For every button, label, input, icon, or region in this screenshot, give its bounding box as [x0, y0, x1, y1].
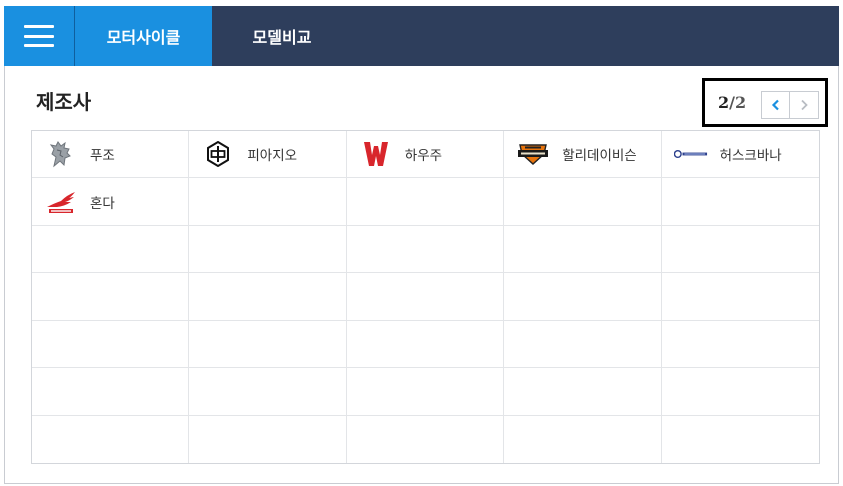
- total-pages: 2: [734, 93, 747, 112]
- manufacturer-name: 할리데이비슨: [562, 148, 637, 165]
- empty-grid-cell: [189, 178, 347, 226]
- empty-grid-cell: [32, 273, 190, 321]
- empty-grid-cell: [189, 320, 347, 369]
- husqvarna-logo: [673, 140, 708, 168]
- empty-grid-cell: [504, 178, 662, 226]
- empty-grid-cell: [504, 320, 662, 369]
- empty-grid-cell: [661, 226, 819, 274]
- empty-grid-cell: [346, 178, 505, 226]
- empty-grid-cell: [504, 225, 662, 274]
- manufacturer-item-harley-davidson[interactable]: 할리데이비슨: [504, 131, 662, 179]
- empty-grid-cell: [32, 225, 190, 274]
- page-indicator: 2/2: [718, 93, 746, 112]
- manufacturer-item-husqvarna[interactable]: 허스크바나: [661, 131, 819, 179]
- manufacturer-item-hawoo[interactable]: 하우주: [346, 131, 505, 179]
- empty-grid-cell: [189, 273, 347, 321]
- empty-grid-cell: [504, 415, 662, 463]
- empty-grid-cell: [346, 225, 505, 274]
- prev-page-button[interactable]: [761, 91, 790, 119]
- empty-grid-cell: [346, 368, 505, 416]
- empty-grid-cell: [346, 320, 505, 369]
- chevron-right-icon: [801, 99, 808, 111]
- empty-grid-cell: [32, 368, 190, 416]
- page-title: 제조사: [36, 90, 92, 114]
- manufacturer-name: 하우주: [404, 148, 443, 165]
- tab-motorcycle[interactable]: 모터사이클: [75, 6, 212, 66]
- empty-grid-cell: [504, 273, 662, 321]
- pagination: 2/2: [702, 78, 828, 127]
- manufacturer-item-honda[interactable]: 혼다: [32, 178, 190, 226]
- empty-grid-cell: [189, 415, 347, 463]
- honda-wing-logo: [44, 188, 78, 216]
- red-w-logo: [359, 140, 393, 168]
- empty-grid-cell: [661, 273, 819, 321]
- tab-model-compare-label: 모델비교: [252, 28, 312, 47]
- next-page-button[interactable]: [790, 91, 819, 119]
- chevron-left-icon: [771, 99, 779, 111]
- tab-model-compare[interactable]: 모델비교: [212, 6, 352, 66]
- empty-grid-cell: [189, 368, 347, 416]
- manufacturer-name: 푸조: [90, 148, 115, 165]
- piaggio-logo: [201, 140, 235, 168]
- peugeot-lion-logo: [44, 140, 78, 168]
- empty-grid-cell: [347, 415, 505, 463]
- harley-davidson-logo: [516, 140, 550, 168]
- manufacturer-grid: 푸조 피아지오 하우주 할리데이비슨 허스크바나 혼다: [31, 130, 820, 464]
- empty-grid-cell: [32, 415, 190, 463]
- empty-grid-cell: [32, 320, 190, 369]
- empty-grid-cell: [661, 368, 819, 416]
- empty-grid-cell: [662, 416, 819, 463]
- empty-grid-cell: [189, 225, 347, 274]
- empty-grid-cell: [661, 321, 819, 369]
- current-page: 2: [718, 93, 730, 112]
- hamburger-menu-icon: [24, 25, 54, 47]
- manufacturer-name: 허스크바나: [719, 148, 782, 165]
- empty-grid-cell: [661, 178, 819, 226]
- manufacturer-name: 피아지오: [247, 148, 298, 165]
- manufacturer-name: 혼다: [90, 195, 115, 212]
- empty-grid-cell: [346, 273, 505, 321]
- top-navigation-bar: 모터사이클 모델비교: [4, 6, 839, 66]
- manufacturer-item-piaggio[interactable]: 피아지오: [189, 131, 347, 179]
- tab-motorcycle-label: 모터사이클: [106, 28, 181, 47]
- empty-grid-cell: [504, 368, 662, 416]
- manufacturer-item-peugeot[interactable]: 푸조: [32, 131, 190, 179]
- menu-button[interactable]: [4, 6, 74, 66]
